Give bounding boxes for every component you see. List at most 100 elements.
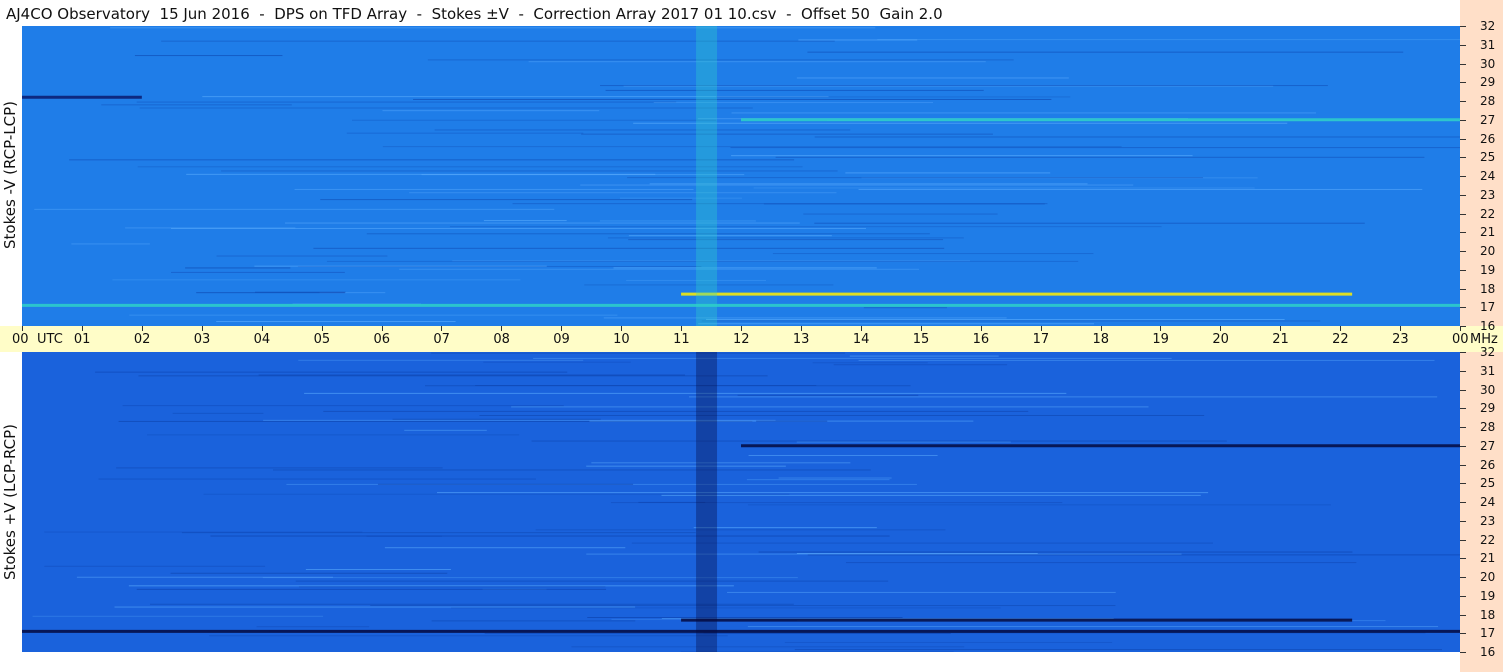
y-tick-mark — [1460, 558, 1466, 560]
x-tick-label: 01 — [73, 332, 91, 347]
noise-stripe — [858, 188, 1423, 190]
y-tick-mark — [1460, 408, 1466, 410]
noise-stripe — [628, 235, 832, 237]
y-tick-label: 23 — [1480, 513, 1496, 528]
noise-stripe — [716, 96, 1071, 98]
noise-stripe — [698, 323, 1095, 325]
heatmap-stokes-minus-v — [22, 26, 1460, 326]
noise-stripe — [32, 615, 324, 617]
noise-stripe — [431, 352, 846, 354]
x-tick-label: 23 — [1392, 332, 1409, 347]
x-tick-label: 21 — [1272, 332, 1289, 347]
x-tick-mark — [800, 326, 802, 331]
noise-stripe — [731, 155, 1193, 157]
noise-stripe — [425, 385, 911, 387]
emission-band — [681, 618, 1353, 622]
x-tick-label: 06 — [373, 332, 391, 347]
utc-unit-label: UTC — [37, 332, 63, 347]
noise-stripe — [284, 222, 800, 224]
noise-stripe — [413, 98, 1052, 100]
x-tick-label: 00 — [12, 332, 29, 347]
y-tick-mark — [1460, 288, 1466, 290]
noise-stripe — [845, 172, 1051, 174]
x-tick-mark — [1280, 326, 1282, 331]
noise-stripe — [693, 527, 877, 529]
noise-stripe — [98, 478, 536, 480]
y-tick-label: 30 — [1480, 56, 1496, 71]
frequency-axis-bottom: 16 17 18 19 20 21 22 23 24 25 26 27 28 29 30 31 32 — [1460, 345, 1503, 672]
x-tick-label: 10 — [613, 332, 630, 347]
noise-stripe — [138, 375, 768, 377]
noise-stripe — [136, 101, 677, 103]
noise-stripe — [680, 651, 954, 652]
x-tick-label: 08 — [493, 332, 510, 347]
emission-band — [22, 303, 1460, 307]
noise-stripe — [586, 465, 786, 467]
y-tick-mark — [1460, 307, 1466, 309]
noise-stripe — [737, 394, 919, 396]
noise-stripe — [71, 243, 150, 245]
noise-stripe — [730, 147, 1460, 149]
noise-stripe — [653, 102, 934, 104]
y-tick-mark — [1460, 138, 1466, 140]
noise-stripe — [610, 502, 1063, 504]
noise-stripe — [483, 220, 567, 222]
y-tick-label: 28 — [1480, 420, 1496, 434]
noise-stripe — [849, 355, 999, 357]
noise-stripe — [661, 494, 1201, 496]
y-tick-label: 21 — [1480, 551, 1496, 566]
noise-stripe — [295, 580, 889, 582]
noise-stripe — [858, 359, 1435, 361]
y-tick-mark — [1460, 251, 1466, 252]
x-tick-label: 14 — [852, 332, 870, 347]
noise-stripe — [758, 551, 1353, 553]
y-tick-label: 27 — [1480, 438, 1496, 453]
y-tick-label: 22 — [1480, 206, 1496, 221]
noise-stripe — [128, 585, 734, 587]
noise-stripe — [483, 361, 631, 363]
y-tick-label: 25 — [1480, 150, 1496, 165]
noise-stripe — [605, 89, 984, 91]
noise-stripe — [409, 192, 837, 194]
y-tick-label: 31 — [1480, 37, 1496, 52]
noise-stripe — [346, 132, 584, 134]
x-tick-mark — [1100, 326, 1102, 331]
noise-stripe — [294, 188, 694, 190]
y-tick-label: 16 — [1480, 319, 1496, 333]
interference-column — [696, 352, 718, 652]
y-tick-mark — [1460, 370, 1466, 372]
x-tick-mark — [201, 326, 203, 331]
noise-stripe — [753, 187, 1255, 189]
noise-stripe — [384, 547, 626, 549]
noise-stripe — [748, 454, 938, 456]
noise-stripe — [535, 529, 946, 531]
x-tick-mark — [1040, 326, 1042, 331]
y-tick-label: 19 — [1480, 588, 1496, 603]
noise-stripe — [209, 635, 728, 637]
x-tick-mark — [381, 326, 383, 331]
x-tick-label: 22 — [1332, 332, 1349, 347]
noise-stripe — [254, 265, 547, 267]
noise-stripe — [262, 577, 798, 579]
y-tick-label: 17 — [1480, 626, 1496, 641]
noise-stripe — [116, 467, 443, 469]
x-tick-mark — [81, 326, 83, 331]
x-tick-label: 04 — [253, 332, 271, 347]
y-tick-label: 29 — [1480, 75, 1496, 90]
heatmap-background — [22, 26, 1460, 326]
noise-stripe — [623, 85, 1274, 87]
noise-stripe — [633, 122, 1288, 124]
noise-stripe — [727, 591, 1116, 593]
noise-stripe — [628, 239, 944, 241]
utc-time-axis: 00 01 02 03 04 05 06 07 08 09 10 11 12 13 14 15 16 17 18 19… — [0, 326, 1503, 352]
noise-stripe — [845, 562, 1357, 564]
x-tick-label: 07 — [433, 332, 450, 347]
noise-stripe — [775, 156, 1425, 158]
x-tick-mark — [141, 326, 143, 331]
y-tick-mark — [1460, 520, 1466, 522]
noise-stripe — [313, 247, 945, 249]
y-tick-mark — [1460, 539, 1466, 541]
noise-stripe — [803, 213, 998, 215]
noise-stripe — [631, 542, 1213, 544]
noise-stripe — [607, 237, 964, 239]
